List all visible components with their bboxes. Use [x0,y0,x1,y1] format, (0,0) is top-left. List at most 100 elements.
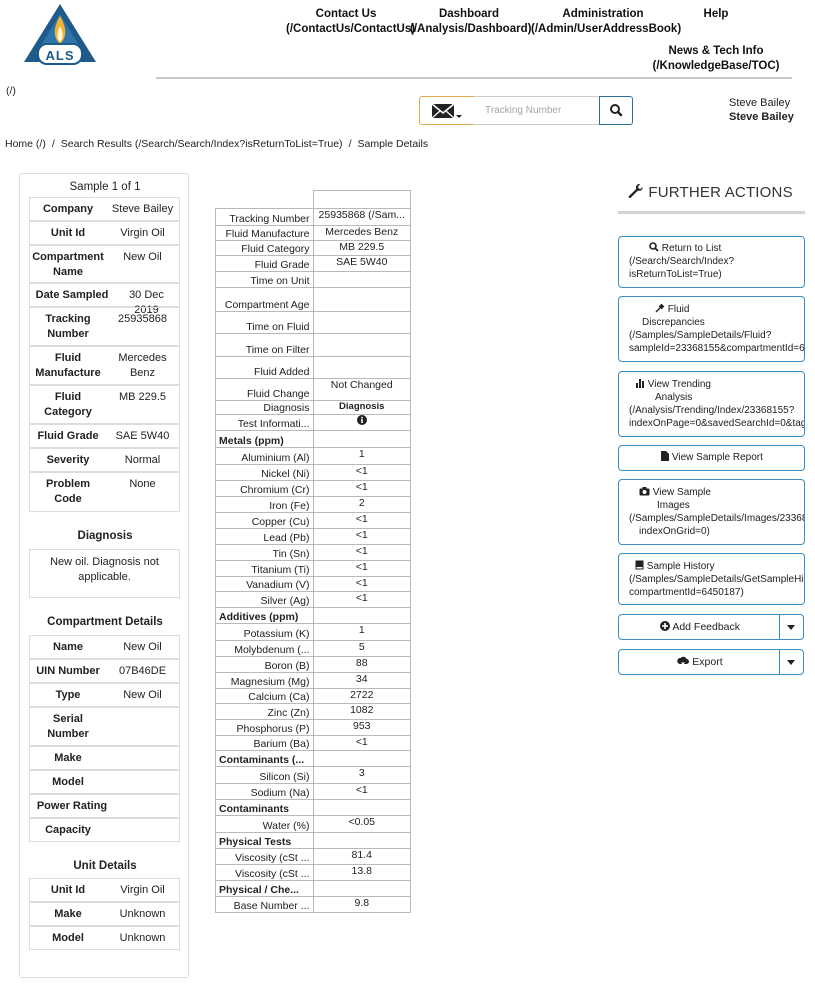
root-link[interactable]: (/) [6,85,16,97]
view-sample-images-button[interactable]: View Sample Images (/Samples/SampleDetai… [618,479,805,545]
field-label: Tracking Number [45,313,91,340]
results-row: Titanium (Ti) <1 [215,560,411,577]
results-row: Magnesium (Mg) 34 [215,672,411,689]
results-value [312,271,411,288]
results-label: Fluid Grade [215,255,314,272]
field-severity: Severity Normal [29,448,180,472]
results-label: Diagnosis [215,400,314,415]
field-value: Mercedes Benz [118,352,167,379]
results-value: 2722 [312,688,411,704]
field-label: Problem Code [45,478,90,505]
results-value [312,799,411,816]
action-path: (/Samples/SampleDetails/Images/23368155? [629,513,804,524]
search-icon [610,104,623,117]
results-value: <1 [312,544,411,561]
results-value: 1 [312,623,411,641]
action-label: Fluid [667,304,690,315]
results-header-row [216,190,411,209]
action-path: isReturnToList=True) [629,269,722,280]
results-group-label: Contaminants (... [215,750,314,767]
nav-administration[interactable]: Administration (/Admin/UserAddressBook) [531,7,681,37]
results-value [312,414,411,431]
nav-help[interactable]: Help [690,7,742,22]
field-value: Steve Bailey [111,203,174,215]
breadcrumb-home[interactable]: Home (/) [5,138,46,150]
field-value: New Oil [123,641,162,653]
compartment-type: Type New Oil [29,683,180,707]
nav-dashboard-path: (/Analysis/Dashboard) [410,23,532,35]
field-value[interactable]: 25935868 [106,308,179,345]
field-value [106,708,179,745]
field-value [106,747,179,769]
nav-contact-us[interactable]: Contact Us (/ContactUs/ContactUs) [286,7,415,37]
info-icon[interactable] [356,415,367,425]
breadcrumb: Home (/) / Search Results (/Search/Search/… [5,138,428,150]
field-label: Model [52,776,84,788]
results-row: Iron (Fe) 2 [215,496,411,513]
results-group-label: Contaminants [215,799,314,816]
results-value[interactable]: 25935868 (/Sam... [312,208,411,226]
results-row: Lead (Pb) <1 [215,528,411,545]
add-feedback-caret-button[interactable] [779,615,803,639]
action-label: View Sample [652,487,711,498]
results-label: Copper (Cu) [215,512,314,529]
results-label: Vanadium (V) [215,576,314,592]
results-label: Water (%) [215,815,314,833]
breadcrumb-search-results[interactable]: Search Results (/Search/Search/Index?isR… [61,138,343,150]
field-label: Capacity [45,824,91,836]
als-logo[interactable]: ALS [22,2,98,68]
action-line: Sample History [629,560,794,573]
mail-dropdown-button[interactable] [419,96,475,125]
results-value: 88 [312,656,411,673]
view-sample-report-button[interactable]: View Sample Report [618,445,805,471]
results-group-label: Physical Tests [215,832,314,849]
field-value [106,819,179,841]
field-value: New Oil [123,689,162,701]
add-feedback-label: Add Feedback [672,621,741,633]
sample-history-button[interactable]: Sample History (/Samples/SampleDetails/G… [618,553,805,605]
results-value: <1 [312,591,411,608]
fluid-discrepancies-button[interactable]: Fluid Discrepancies (/Samples/SampleDeta… [618,296,805,362]
field-label: Make [54,752,82,764]
results-label: Test Informati... [215,414,314,431]
action-line: View Sample Report [619,446,804,470]
pin-icon [655,303,665,313]
results-row: Silicon (Si) 3 [215,766,411,784]
results-group-row: Physical Tests [215,832,411,849]
action-label: View Trending [647,379,711,390]
field-label: Compartment Name [32,251,104,278]
field-label: Company [42,203,94,215]
results-row: Vanadium (V) <1 [215,576,411,592]
action-label: Images [657,500,690,511]
field-label: Unit Id [50,227,86,239]
results-header-blank [216,191,314,209]
add-feedback-button[interactable]: Add Feedback [619,615,781,639]
nav-contact-us-label: Contact Us [315,8,377,20]
nav-dashboard[interactable]: Dashboard (/Analysis/Dashboard) [410,7,532,37]
caret-down-icon [787,660,795,665]
field-label: UIN Number [36,665,100,677]
tracking-number-input[interactable] [474,96,600,125]
field-fluid-grade: Fluid Grade SAE 5W40 [29,424,180,448]
export-caret-button[interactable] [779,650,803,674]
user-account-link[interactable]: Steve Bailey [729,111,794,123]
results-row: Silver (Ag) <1 [215,591,411,608]
results-label: Magnesium (Mg) [215,672,314,689]
results-value: <1 [312,464,411,481]
results-value: <1 [312,576,411,592]
field-value [106,771,179,793]
view-trending-analysis-button[interactable]: View Trending Analysis (/Analysis/Trendi… [618,371,805,437]
return-to-list-button[interactable]: Return to List (/Search/Search/Index? is… [618,236,805,288]
export-button[interactable]: Export [619,650,781,674]
field-value: Unknown [119,908,166,920]
field-company: Company Steve Bailey [29,197,180,221]
unit-id: Unit Id Virgin Oil [29,878,180,902]
results-value [312,750,411,767]
results-value [312,880,411,897]
tracking-search-button[interactable] [599,96,633,125]
compartment-name: Name New Oil [29,635,180,659]
nav-news-tech-info[interactable]: News & Tech Info (/KnowledgeBase/TOC) [650,44,782,74]
results-row: Base Number ... 9.8 [215,896,411,913]
field-value: Unknown [119,932,166,944]
results-value [312,832,411,849]
